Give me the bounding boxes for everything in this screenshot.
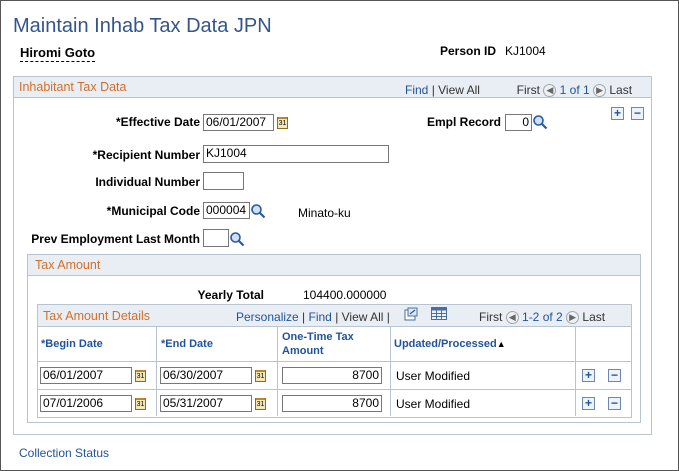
prev-employment-input[interactable] xyxy=(203,229,229,247)
end-date-input[interactable]: 05/31/2007 xyxy=(160,395,252,412)
page-title: Maintain Inhab Tax Data JPN xyxy=(13,15,272,37)
personalize-link[interactable]: Personalize xyxy=(236,310,299,324)
delete-row-button[interactable]: − xyxy=(631,107,644,120)
one-time-tax-input[interactable]: 8700 xyxy=(282,367,382,384)
inhabitant-tax-title: Inhabitant Tax Data xyxy=(19,80,127,94)
individual-number-label: Individual Number xyxy=(95,175,200,189)
last-label[interactable]: Last xyxy=(582,310,605,324)
effective-date-label: *Effective Date xyxy=(115,115,200,129)
collection-status-link[interactable]: Collection Status xyxy=(19,446,109,460)
add-row-button[interactable]: + xyxy=(582,397,595,410)
column-header-begin-date[interactable]: *Begin Date xyxy=(41,338,103,350)
yearly-total-value: 104400.000000 xyxy=(303,288,387,302)
recipient-number-label: *Recipient Number xyxy=(92,148,200,162)
recipient-number-input[interactable]: KJ1004 xyxy=(203,145,389,163)
next-arrow-icon[interactable]: ▶ xyxy=(566,311,580,325)
yearly-total-label: Yearly Total xyxy=(197,288,264,302)
updated-status: User Modified xyxy=(396,369,471,383)
prev-arrow-icon[interactable]: ◀ xyxy=(505,311,519,325)
empl-record-label: Empl Record xyxy=(426,115,501,129)
inhabitant-nav: Find | View All First ◀ 1 of 1 ▶ Last xyxy=(405,83,633,98)
begin-date-input[interactable]: 07/01/2006 xyxy=(40,395,132,412)
last-label[interactable]: Last xyxy=(609,83,632,97)
view-all-link[interactable]: View All xyxy=(438,83,480,97)
header-divider xyxy=(38,361,631,362)
municipal-code-label: *Municipal Code xyxy=(106,204,200,218)
individual-number-input[interactable] xyxy=(203,172,244,190)
begin-date-input[interactable]: 06/01/2007 xyxy=(40,367,132,384)
person-id-label: Person ID xyxy=(440,44,497,58)
delete-row-button[interactable]: − xyxy=(608,369,621,382)
row-range: 1-2 of 2 xyxy=(522,310,563,324)
column-header-one-time-tax-line2[interactable]: Amount xyxy=(282,345,324,357)
column-header-updated-label: Updated/Processed xyxy=(394,338,497,350)
lookup-icon[interactable] xyxy=(229,231,245,247)
empl-record-input[interactable]: 0 xyxy=(505,114,532,131)
municipal-name: Minato-ku xyxy=(298,206,351,220)
first-label[interactable]: First xyxy=(517,83,540,97)
add-row-button[interactable]: + xyxy=(611,107,624,120)
row-divider xyxy=(38,389,631,390)
first-label[interactable]: First xyxy=(479,310,502,324)
sort-ascending-icon: ▲ xyxy=(496,339,506,349)
calendar-icon[interactable]: 31 xyxy=(135,370,146,382)
municipal-code-input[interactable]: 000004 xyxy=(203,202,250,219)
prev-arrow-icon[interactable]: ◀ xyxy=(543,84,557,98)
employee-name: Hiromi Goto xyxy=(20,45,96,62)
column-header-updated[interactable]: Updated/Processed▲ xyxy=(394,338,506,350)
end-date-input[interactable]: 06/30/2007 xyxy=(160,367,252,384)
prev-employment-label: Prev Employment Last Month xyxy=(31,232,200,246)
column-header-end-date[interactable]: *End Date xyxy=(161,338,213,350)
add-row-button[interactable]: + xyxy=(582,369,595,382)
calendar-icon[interactable]: 31 xyxy=(255,398,266,410)
calendar-icon[interactable]: 31 xyxy=(277,117,288,129)
lookup-icon[interactable] xyxy=(250,203,266,219)
person-id-value: KJ1004 xyxy=(505,44,546,58)
calendar-icon[interactable]: 31 xyxy=(135,398,146,410)
delete-row-button[interactable]: − xyxy=(608,397,621,410)
row-range: 1 of 1 xyxy=(559,83,590,97)
lookup-icon[interactable] xyxy=(532,114,548,130)
column-divider xyxy=(390,327,391,416)
tax-amount-title: Tax Amount xyxy=(35,258,101,272)
next-arrow-icon[interactable]: ▶ xyxy=(593,84,607,98)
find-link[interactable]: Find xyxy=(309,310,332,324)
tax-details-title: Tax Amount Details xyxy=(43,309,150,323)
tax-amount-header xyxy=(28,255,640,276)
new-window-icon[interactable] xyxy=(404,307,418,321)
updated-status: User Modified xyxy=(396,397,471,411)
view-all-link[interactable]: View All xyxy=(342,310,384,324)
tax-details-nav: Personalize | Find | View All | xyxy=(236,310,390,324)
find-link[interactable]: Find xyxy=(405,83,428,97)
column-divider xyxy=(277,327,278,416)
column-divider xyxy=(575,327,576,416)
one-time-tax-input[interactable]: 8700 xyxy=(282,395,382,412)
effective-date-input[interactable]: 06/01/2007 xyxy=(203,114,274,131)
tax-details-pager: First ◀ 1-2 of 2 ▶ Last xyxy=(479,310,605,325)
column-divider xyxy=(156,327,157,416)
spreadsheet-icon[interactable] xyxy=(431,307,447,320)
calendar-icon[interactable]: 31 xyxy=(255,370,266,382)
column-header-one-time-tax[interactable]: One-Time Tax xyxy=(282,331,354,343)
